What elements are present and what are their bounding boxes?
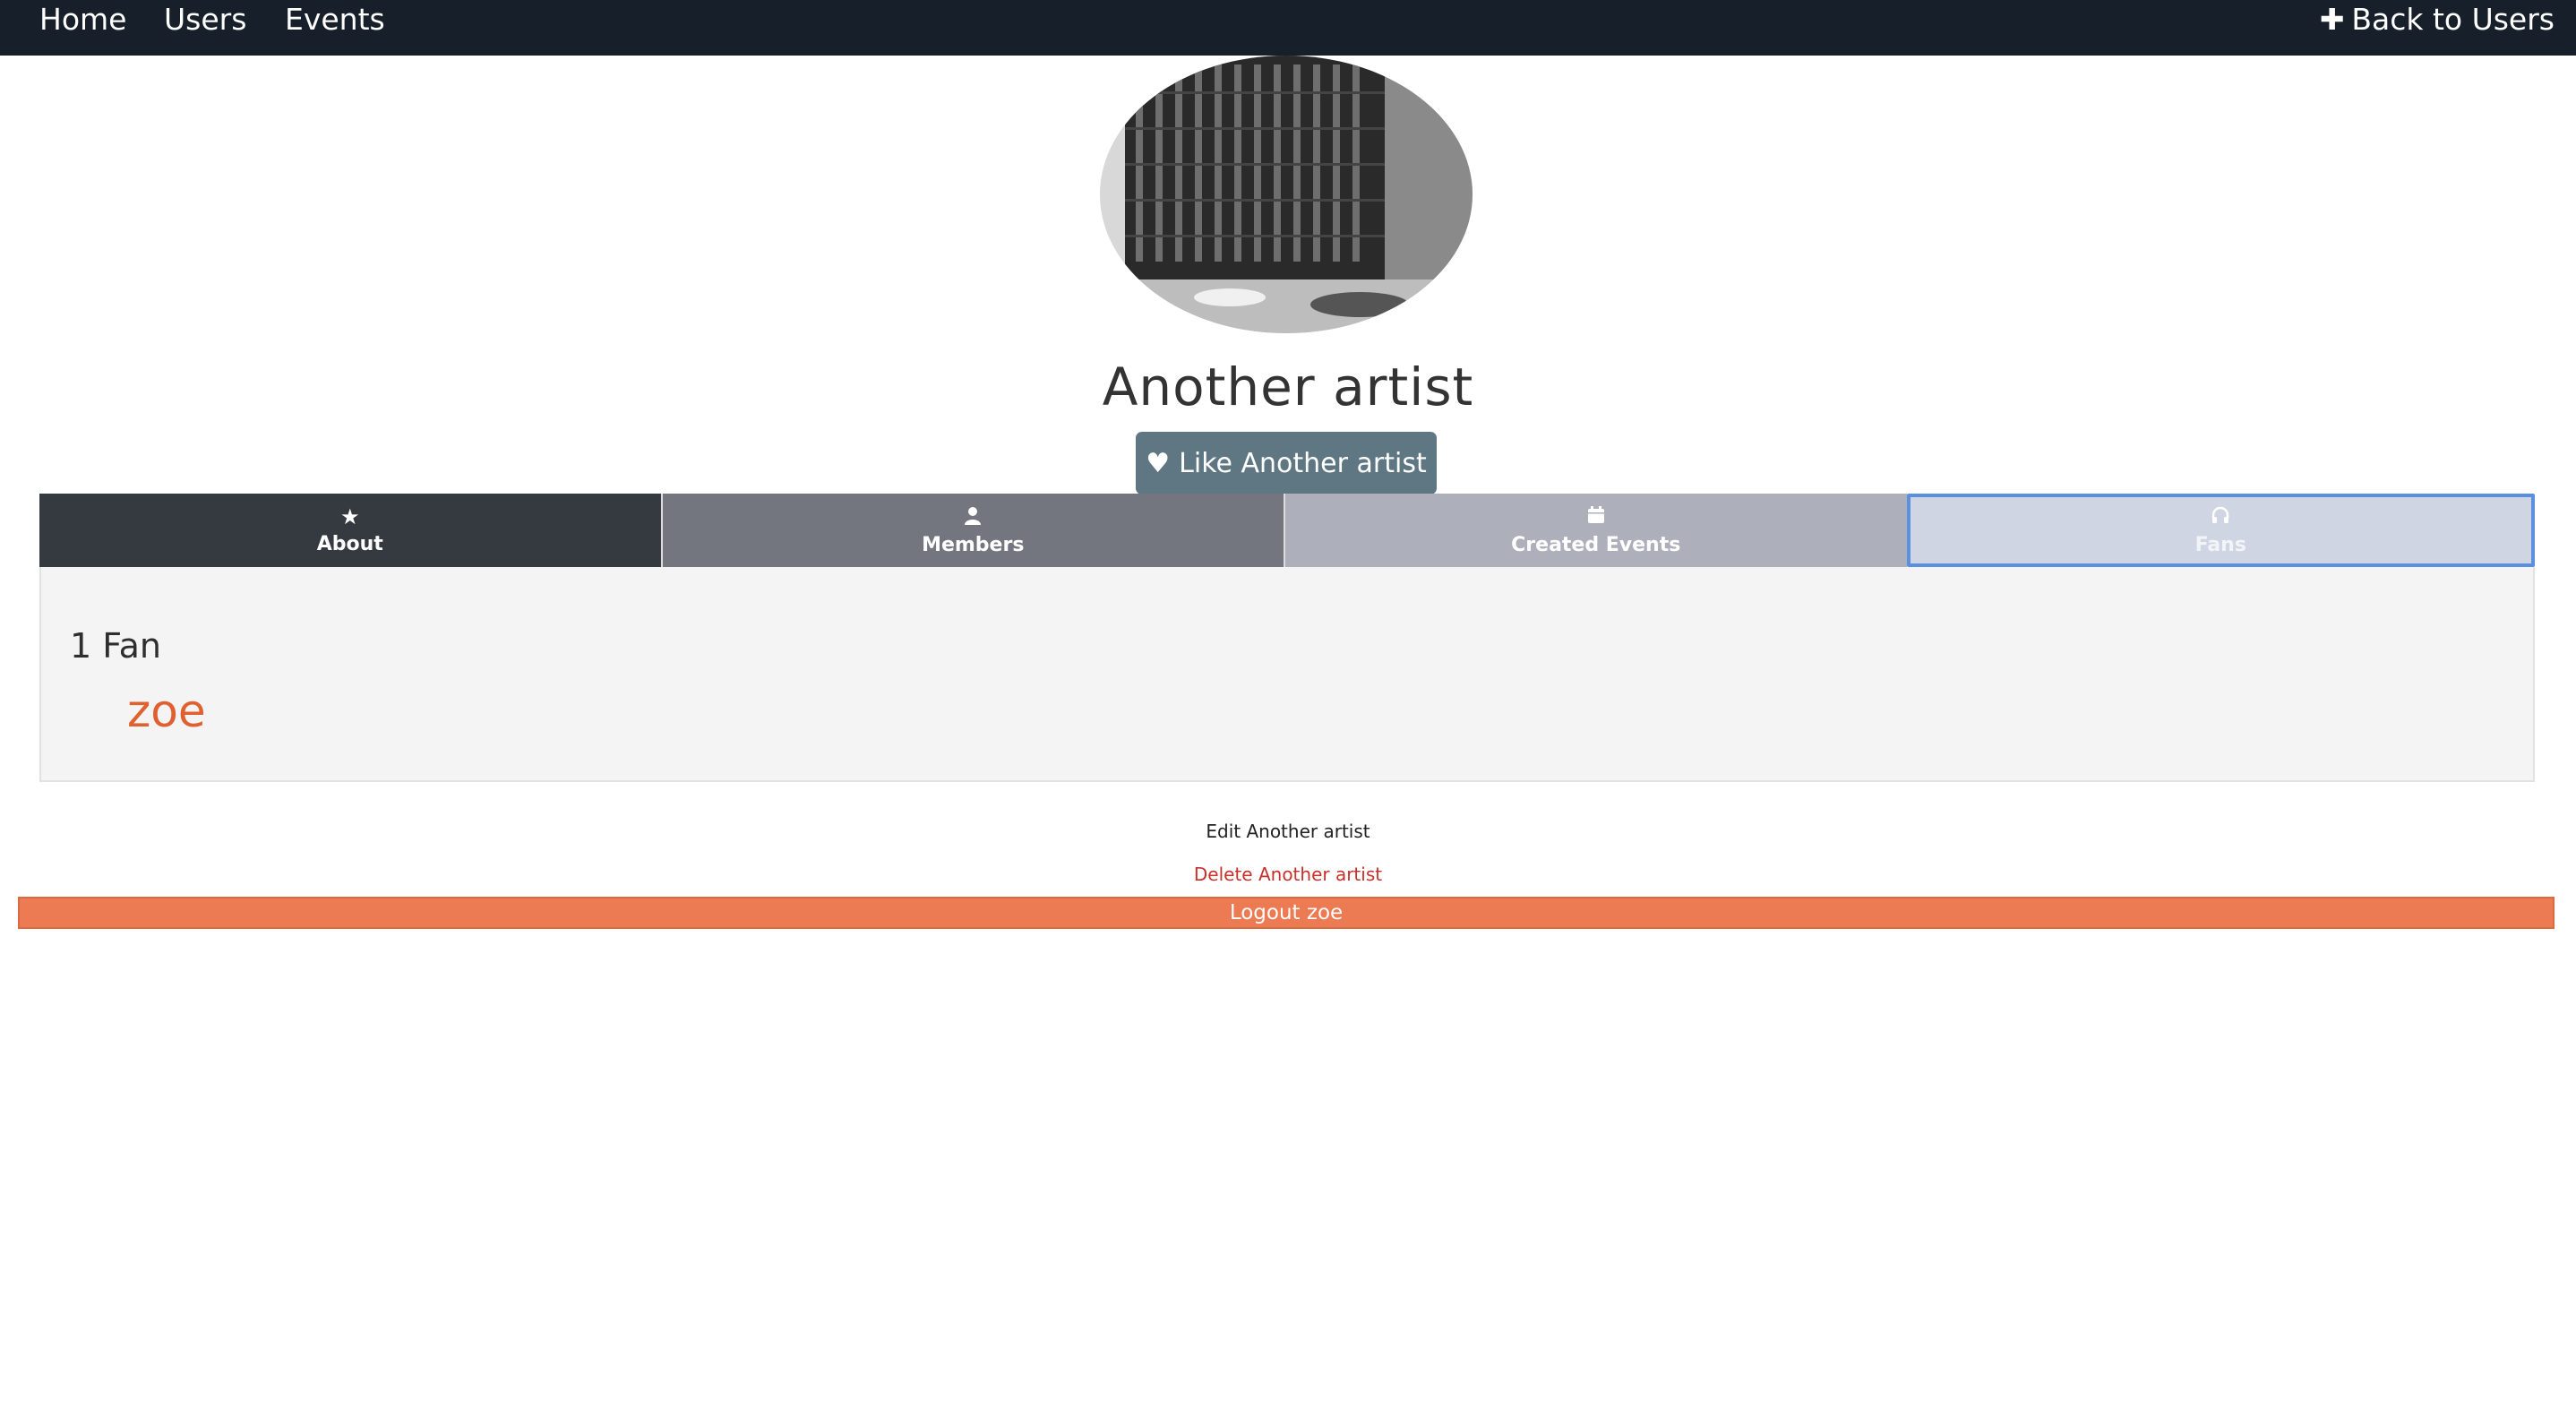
headphones-icon <box>2211 505 2230 529</box>
tab-members-label: Members <box>922 533 1025 556</box>
tab-members[interactable]: Members <box>660 494 1284 567</box>
top-navbar: Home Users Events ✚ Back to Users <box>0 0 2576 56</box>
star-icon: ★ <box>339 503 360 529</box>
artist-avatar <box>1100 56 1473 333</box>
nav-users-link[interactable]: Users <box>164 0 246 39</box>
back-to-users-label: Back to Users <box>2351 2 2555 37</box>
tab-about-label: About <box>316 532 383 555</box>
tab-created-events-label: Created Events <box>1511 533 1681 556</box>
like-artist-button[interactable]: ♥ Like Another artist <box>1136 432 1437 494</box>
artist-name-heading: Another artist <box>1102 357 1474 417</box>
like-artist-label: Like Another artist <box>1179 447 1427 479</box>
back-to-users-link[interactable]: ✚ Back to Users <box>2320 0 2555 39</box>
profile-tabs: ★ About Members Created Events Fans <box>39 494 2535 567</box>
nav-events-link[interactable]: Events <box>285 0 385 39</box>
heart-icon: ♥ <box>1146 447 1171 479</box>
calendar-icon <box>1586 505 1606 529</box>
tab-fans-label: Fans <box>2194 533 2246 556</box>
plus-icon: ✚ <box>2319 2 2345 37</box>
tab-created-events[interactable]: Created Events <box>1284 494 1907 567</box>
logout-button[interactable]: Logout zoe <box>18 897 2555 929</box>
edit-artist-link[interactable]: Edit Another artist <box>0 821 2576 842</box>
tab-about[interactable]: ★ About <box>39 494 661 567</box>
user-icon <box>963 505 983 529</box>
fan-count-heading: 1 Fan <box>70 626 161 666</box>
tab-fans[interactable]: Fans <box>1906 494 2535 567</box>
fans-panel: 1 Fan zoe <box>39 567 2535 782</box>
building-photo <box>1100 56 1473 333</box>
fan-link[interactable]: zoe <box>127 685 206 737</box>
nav-home-link[interactable]: Home <box>39 0 126 39</box>
delete-artist-link[interactable]: Delete Another artist <box>0 864 2576 885</box>
